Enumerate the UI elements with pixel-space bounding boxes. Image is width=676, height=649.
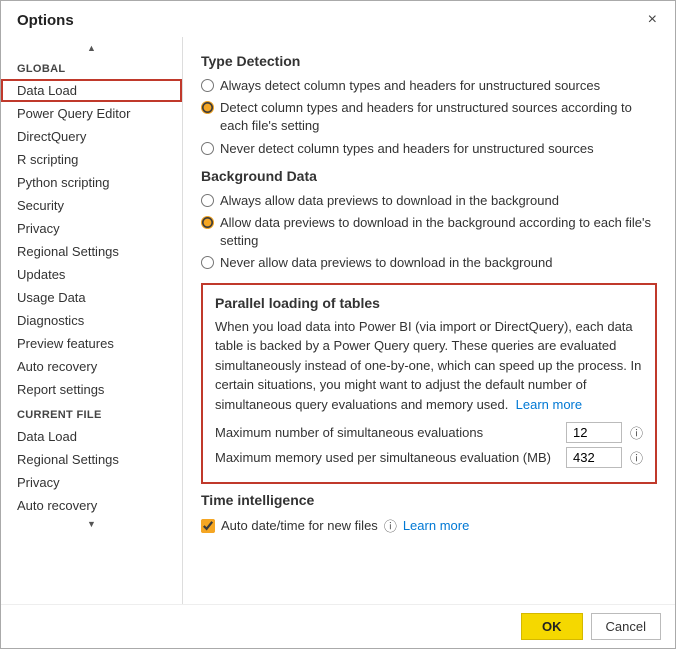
sidebar-item-directquery[interactable]: DirectQuery <box>1 125 182 148</box>
bd-radio-1[interactable] <box>201 194 214 207</box>
sidebar-item-cf-auto-recovery[interactable]: Auto recovery <box>1 494 182 517</box>
sidebar-item-python-scripting[interactable]: Python scripting <box>1 171 182 194</box>
time-intelligence-title: Time intelligence <box>201 492 657 508</box>
sidebar-item-updates[interactable]: Updates <box>1 263 182 286</box>
dialog-footer: OK Cancel <box>1 604 675 648</box>
parallel-row-1-label: Maximum number of simultaneous evaluatio… <box>215 425 558 440</box>
close-button[interactable]: × <box>642 9 663 31</box>
sidebar-item-cf-regional-settings[interactable]: Regional Settings <box>1 448 182 471</box>
bd-option-2[interactable]: Allow data previews to download in the b… <box>201 214 657 250</box>
parallel-memory-info-icon[interactable]: ⓘ <box>630 448 643 467</box>
sidebar-item-report-settings[interactable]: Report settings <box>1 378 182 401</box>
parallel-loading-box: Parallel loading of tables When you load… <box>201 283 657 485</box>
main-content: Type Detection Always detect column type… <box>183 37 675 604</box>
titlebar: Options × <box>1 1 675 37</box>
parallel-memory-input[interactable] <box>566 447 622 468</box>
main-scroll-area[interactable]: Type Detection Always detect column type… <box>183 37 675 604</box>
scroll-up-arrow[interactable]: ▲ <box>1 41 182 55</box>
parallel-evaluations-input[interactable] <box>566 422 622 443</box>
sidebar-item-regional-settings[interactable]: Regional Settings <box>1 240 182 263</box>
bd-label-3: Never allow data previews to download in… <box>220 254 552 272</box>
options-dialog: Options × ▲ GLOBAL Data Load Power Query… <box>0 0 676 649</box>
sidebar-item-power-query-editor[interactable]: Power Query Editor <box>1 102 182 125</box>
dialog-title: Options <box>17 12 74 29</box>
td-radio-2[interactable] <box>201 101 214 114</box>
time-intelligence-section: Time intelligence Auto date/time for new… <box>201 492 657 535</box>
td-radio-1[interactable] <box>201 79 214 92</box>
td-label-3: Never detect column types and headers fo… <box>220 140 594 158</box>
parallel-row-1: Maximum number of simultaneous evaluatio… <box>215 422 643 443</box>
global-section-header: GLOBAL <box>1 55 182 79</box>
parallel-evaluations-info-icon[interactable]: ⓘ <box>630 423 643 442</box>
sidebar-item-auto-recovery[interactable]: Auto recovery <box>1 355 182 378</box>
auto-datetime-row: Auto date/time for new files ⓘ Learn mor… <box>201 516 657 535</box>
sidebar-item-usage-data[interactable]: Usage Data <box>1 286 182 309</box>
background-data-title: Background Data <box>201 168 657 184</box>
auto-datetime-info-icon[interactable]: ⓘ <box>384 516 397 535</box>
auto-datetime-checkbox[interactable] <box>201 519 215 533</box>
bd-option-3[interactable]: Never allow data previews to download in… <box>201 254 657 272</box>
sidebar-item-cf-privacy[interactable]: Privacy <box>1 471 182 494</box>
time-learn-more-link[interactable]: Learn more <box>403 518 469 533</box>
parallel-row-2: Maximum memory used per simultaneous eva… <box>215 447 643 468</box>
td-option-1[interactable]: Always detect column types and headers f… <box>201 77 657 95</box>
sidebar-item-data-load[interactable]: Data Load <box>1 79 182 102</box>
td-radio-3[interactable] <box>201 142 214 155</box>
bd-label-2: Allow data previews to download in the b… <box>220 214 657 250</box>
td-label-2: Detect column types and headers for unst… <box>220 99 657 135</box>
sidebar: ▲ GLOBAL Data Load Power Query Editor Di… <box>1 37 183 604</box>
dialog-body: ▲ GLOBAL Data Load Power Query Editor Di… <box>1 37 675 604</box>
td-option-3[interactable]: Never detect column types and headers fo… <box>201 140 657 158</box>
type-detection-options: Always detect column types and headers f… <box>201 77 657 158</box>
parallel-learn-more-link[interactable]: Learn more <box>516 397 582 412</box>
parallel-row-2-label: Maximum memory used per simultaneous eva… <box>215 450 558 465</box>
parallel-loading-title: Parallel loading of tables <box>215 295 643 311</box>
td-option-2[interactable]: Detect column types and headers for unst… <box>201 99 657 135</box>
auto-datetime-label: Auto date/time for new files <box>221 518 378 533</box>
sidebar-item-r-scripting[interactable]: R scripting <box>1 148 182 171</box>
background-data-options: Always allow data previews to download i… <box>201 192 657 273</box>
sidebar-item-diagnostics[interactable]: Diagnostics <box>1 309 182 332</box>
bd-option-1[interactable]: Always allow data previews to download i… <box>201 192 657 210</box>
bd-radio-2[interactable] <box>201 216 214 229</box>
sidebar-item-preview-features[interactable]: Preview features <box>1 332 182 355</box>
sidebar-item-privacy[interactable]: Privacy <box>1 217 182 240</box>
cancel-button[interactable]: Cancel <box>591 613 661 640</box>
sidebar-scroll-area[interactable]: ▲ GLOBAL Data Load Power Query Editor Di… <box>1 37 182 604</box>
ok-button[interactable]: OK <box>521 613 583 640</box>
sidebar-item-security[interactable]: Security <box>1 194 182 217</box>
parallel-loading-desc: When you load data into Power BI (via im… <box>215 317 643 415</box>
current-file-section-header: CURRENT FILE <box>1 401 182 425</box>
bd-radio-3[interactable] <box>201 256 214 269</box>
scroll-down-arrow[interactable]: ▼ <box>1 517 182 531</box>
sidebar-item-cf-data-load[interactable]: Data Load <box>1 425 182 448</box>
td-label-1: Always detect column types and headers f… <box>220 77 600 95</box>
type-detection-title: Type Detection <box>201 53 657 69</box>
bd-label-1: Always allow data previews to download i… <box>220 192 559 210</box>
